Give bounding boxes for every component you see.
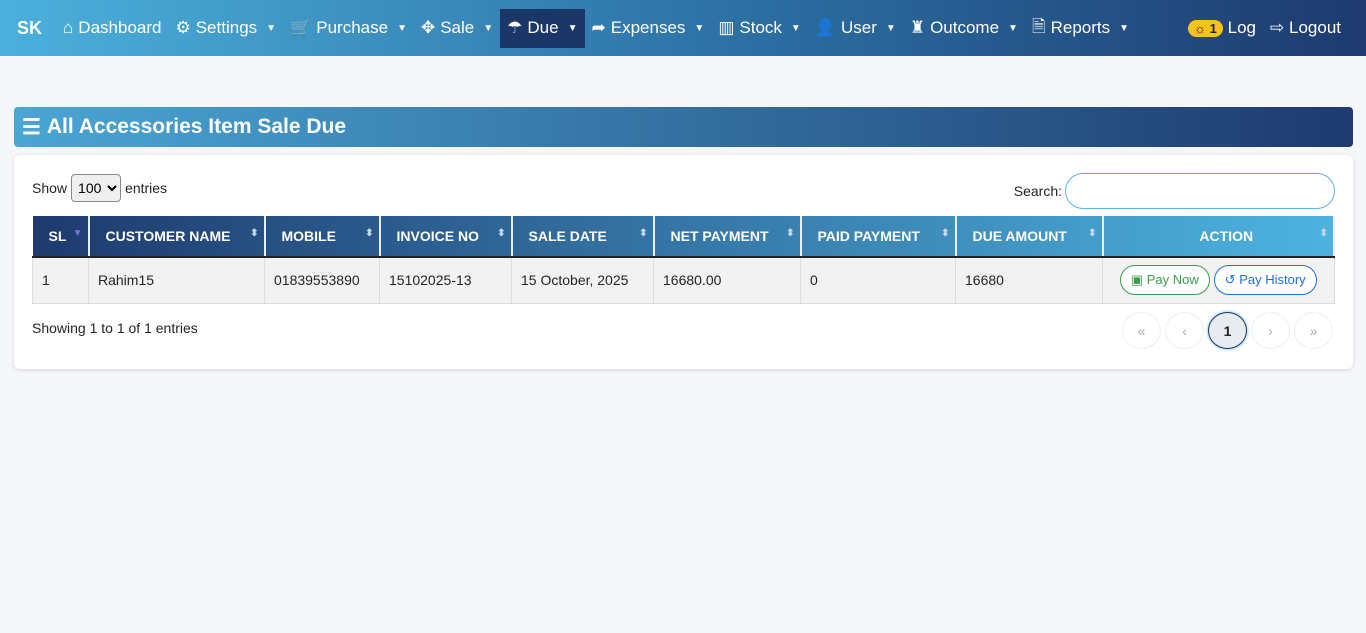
cart-icon: 🛒	[290, 18, 312, 37]
gears-icon: ⚙	[175, 18, 191, 37]
umbrella-icon: ☂	[507, 18, 523, 37]
caret-down-icon: ▼	[1008, 22, 1018, 34]
entries-select[interactable]: 100	[71, 174, 122, 202]
cell-name: Rahim15	[88, 256, 265, 304]
caret-down-icon: ▼	[567, 22, 578, 34]
cell-date: 15 October, 2025	[511, 256, 654, 304]
logout-icon: ⇨	[1270, 18, 1285, 37]
sort-icon: ▼	[72, 228, 83, 239]
caret-down-icon: ▼	[483, 22, 494, 34]
column-header[interactable]: PAID PAYMENT ⬍	[800, 216, 957, 258]
column-header[interactable]: DUE AMOUNT ⬍	[955, 216, 1104, 258]
caret-down-icon: ▼	[397, 22, 407, 34]
column-header[interactable]: SL ▼	[32, 216, 90, 258]
sort-icon: ⬍	[1088, 228, 1097, 239]
log-badge: ☼ 1	[1188, 20, 1223, 37]
sort-icon: ⬍	[497, 228, 506, 239]
page-button[interactable]: ›	[1251, 312, 1290, 349]
logout-link[interactable]: ⇨ Logout	[1270, 18, 1341, 38]
list-icon: ☰	[22, 115, 41, 139]
nav-expenses[interactable]: ➦ Expenses ▼	[585, 9, 712, 48]
sort-icon: ⬍	[1319, 228, 1328, 239]
nav-user[interactable]: 👤 User ▼	[808, 9, 903, 48]
table-row: 1 Rahim15 01839553890 15102025-13 15 October…	[32, 256, 1335, 304]
nav-settings[interactable]: ⚙ Settings ▼	[168, 9, 283, 48]
brand[interactable]: SK	[17, 18, 42, 39]
cell-due: 16680	[955, 256, 1103, 304]
nav-purchase[interactable]: 🛒 Purchase ▼	[283, 9, 414, 48]
column-header[interactable]: NET PAYMENT ⬍	[653, 216, 802, 258]
caret-down-icon: ▼	[790, 22, 801, 34]
chart-icon: ▥	[718, 18, 735, 37]
table-info: Showing 1 to 1 of 1 entries	[32, 320, 198, 336]
column-header[interactable]: INVOICE NO ⬍	[379, 216, 513, 258]
cell-mobile: 01839553890	[264, 256, 380, 304]
home-icon: ⌂	[63, 18, 74, 37]
column-header[interactable]: SALE DATE ⬍	[511, 216, 655, 258]
search-input[interactable]	[1065, 173, 1335, 209]
caret-down-icon: ▼	[885, 22, 896, 34]
due-table: SL ▼ CUSTOMER NAME ⬍ MOBILE ⬍ INVOICE NO ⬍ SALE …	[32, 216, 1335, 304]
top-navbar: SK ⌂ Dashboard ⚙ Settings ▼ 🛒 Purchase ▼ ✥ Sale ▼ ☂…	[0, 0, 1366, 56]
cell-invoice: 15102025-13	[379, 256, 512, 304]
cell-action: ▣ Pay Now ↺ Pay History	[1102, 256, 1335, 304]
page-button[interactable]: 1	[1208, 312, 1247, 349]
log-link[interactable]: ☼ 1 Log	[1188, 18, 1256, 38]
sort-icon: ⬍	[639, 228, 648, 239]
pay-now-button[interactable]: ▣ Pay Now	[1119, 265, 1210, 296]
caret-down-icon: ▼	[694, 22, 705, 34]
sort-icon: ⬍	[250, 228, 259, 239]
share-icon: ➦	[591, 18, 606, 37]
column-header[interactable]: ACTION ⬍	[1102, 216, 1335, 258]
bag-icon: ♜	[909, 18, 926, 37]
nav-reports[interactable]: 🗎 Reports ▼	[1025, 9, 1136, 48]
sort-icon: ⬍	[941, 228, 950, 239]
page-title: ☰ All Accessories Item Sale Due	[14, 107, 1353, 147]
column-header[interactable]: MOBILE ⬍	[264, 216, 381, 258]
money-icon: ▣	[1130, 272, 1144, 288]
page-button[interactable]: ‹	[1165, 312, 1204, 349]
cell-sl: 1	[32, 256, 89, 304]
caret-down-icon: ▼	[1119, 22, 1130, 34]
page-button[interactable]: »	[1294, 312, 1333, 349]
caret-down-icon: ▼	[266, 22, 277, 34]
nav-dashboard[interactable]: ⌂ Dashboard	[56, 9, 168, 48]
cell-net: 16680.00	[653, 256, 801, 304]
user-icon: 👤	[814, 18, 836, 37]
cell-paid: 0	[800, 256, 956, 304]
pay-history-button[interactable]: ↺ Pay History	[1213, 265, 1317, 296]
nav-sale[interactable]: ✥ Sale ▼	[414, 9, 500, 48]
history-icon: ↺	[1224, 272, 1236, 288]
arrows-icon: ✥	[420, 18, 436, 37]
nav-due[interactable]: ☂ Due ▼	[500, 8, 585, 48]
pdf-icon: 🗎	[1031, 16, 1046, 36]
nav-stock[interactable]: ▥ Stock ▼	[711, 9, 808, 48]
nav-outcome[interactable]: ♜ Outcome ▼	[903, 9, 1025, 48]
table-card: Show 100 entries Search: SL ▼ CUSTOMER NAM…	[14, 155, 1353, 369]
page-button[interactable]: «	[1122, 312, 1161, 349]
pagination: «‹ 1 ›»	[1122, 312, 1333, 349]
sort-icon: ⬍	[786, 228, 795, 239]
sort-icon: ⬍	[365, 228, 374, 239]
column-header[interactable]: CUSTOMER NAME ⬍	[88, 216, 266, 258]
